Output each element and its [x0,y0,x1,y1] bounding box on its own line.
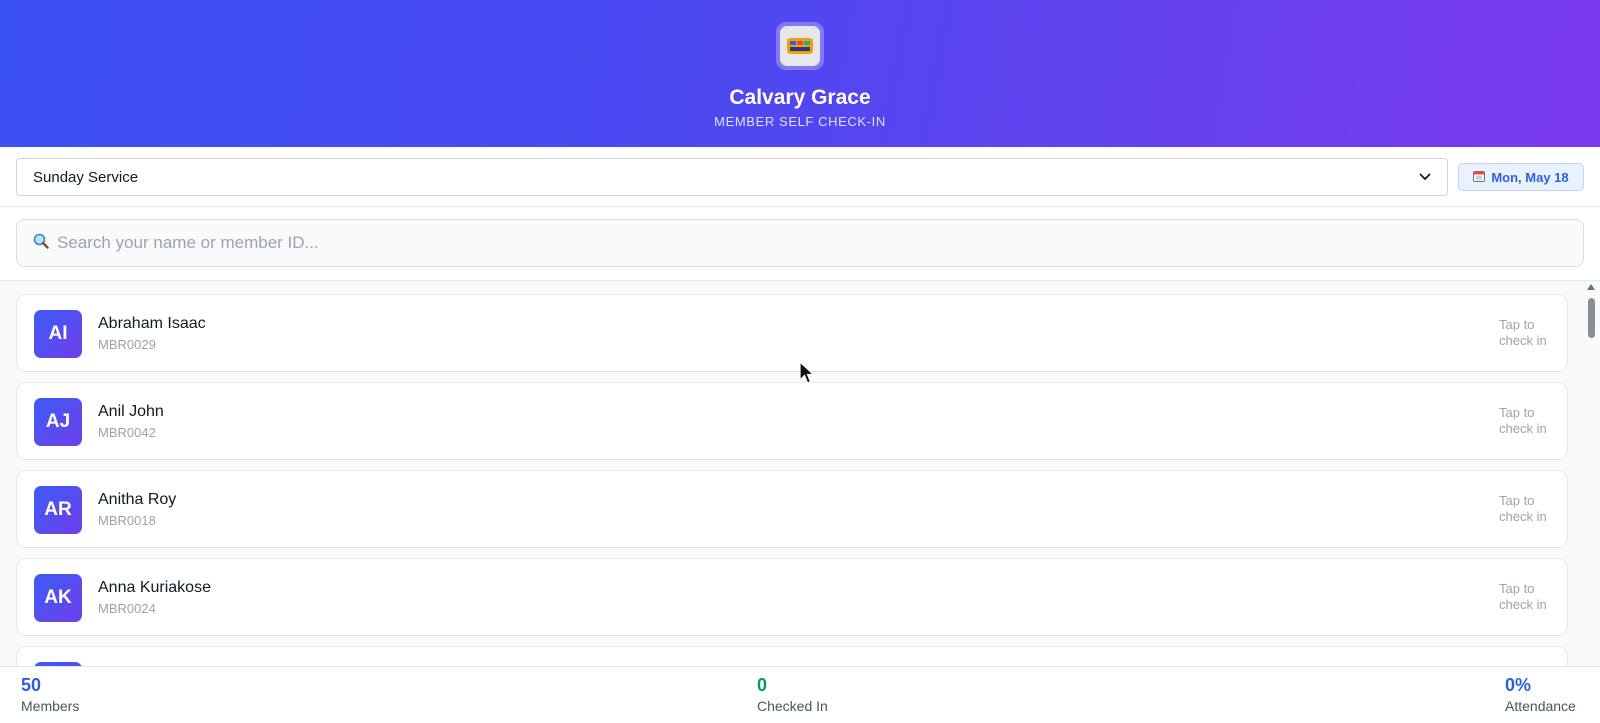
service-select-value: Sunday Service [33,168,139,186]
check-in-hint: Tap to check in [1499,581,1547,612]
member-name: Anitha Roy [98,491,177,508]
avatar: AJ [34,398,82,446]
logo-frame [776,22,824,70]
scroll-up-arrow-icon[interactable] [1587,284,1595,290]
check-in-hint: Tap to check in [1499,317,1547,348]
checked-in-count: 0 [757,675,768,695]
member-id: MBR0029 [98,337,156,352]
church-logo-icon [780,26,820,66]
member-name: Anil John [98,403,164,420]
stat-checked-in: 0 Checked In [757,675,828,714]
service-select[interactable]: Sunday Service [16,158,1448,196]
search-icon [33,233,49,254]
member-card-partial[interactable] [16,646,1568,666]
stats-footer: 50 Members 0 Checked In 0% Attendance [0,666,1600,723]
member-card[interactable]: AJ Anil John MBR0042 Tap to check in [16,382,1568,460]
chevron-down-icon [1419,168,1431,186]
app-header: Calvary Grace MEMBER SELF CHECK-IN [0,0,1600,147]
stat-attendance: 0% Attendance [1505,675,1576,714]
avatar: AK [34,574,82,622]
member-name: Anna Kuriakose [98,579,211,596]
attendance-label: Attendance [1505,698,1576,714]
member-card[interactable]: AI Abraham Isaac MBR0029 Tap to check in [16,294,1568,372]
scroll-thumb[interactable] [1588,298,1595,338]
member-card[interactable]: AK Anna Kuriakose MBR0024 Tap to check i… [16,558,1568,636]
member-id: MBR0042 [98,425,156,440]
page-subtitle: MEMBER SELF CHECK-IN [714,114,886,129]
member-list: AI Abraham Isaac MBR0029 Tap to check in… [0,282,1600,666]
check-in-hint: Tap to check in [1499,493,1547,524]
list-scrollbar[interactable] [1585,282,1597,666]
mouse-cursor-icon [799,360,816,390]
member-id: MBR0024 [98,601,156,616]
members-label: Members [21,698,80,714]
checked-in-label: Checked In [757,698,828,714]
date-badge[interactable]: Mon, May 18 [1458,163,1584,191]
date-label: Mon, May 18 [1491,169,1569,185]
check-in-hint: Tap to check in [1499,405,1547,436]
search-section [0,207,1600,281]
calendar-icon [1473,170,1486,185]
avatar: AR [34,486,82,534]
controls-bar: Sunday Service Mon, May 18 [0,147,1600,207]
org-name: Calvary Grace [729,86,871,109]
member-name: Abraham Isaac [98,315,206,332]
search-box[interactable] [16,219,1584,267]
members-count: 50 [21,675,42,695]
member-card[interactable]: AR Anitha Roy MBR0018 Tap to check in [16,470,1568,548]
stat-members: 50 Members [21,675,79,714]
avatar: AI [34,310,82,358]
attendance-pct: 0% [1505,675,1532,695]
member-id: MBR0018 [98,513,156,528]
search-input[interactable] [57,233,1537,253]
